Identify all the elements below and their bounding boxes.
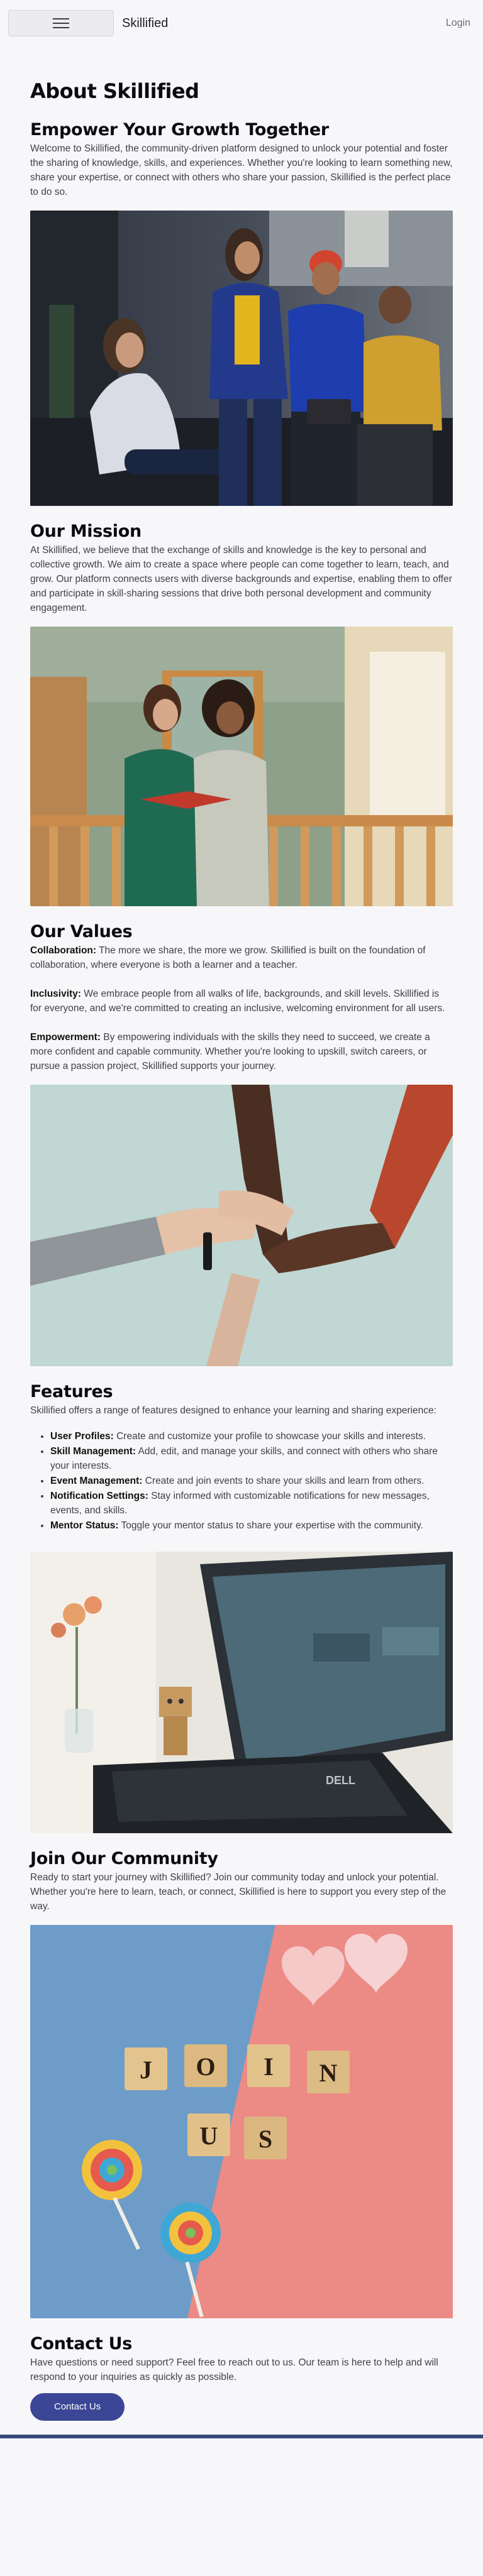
contact-us-button[interactable]: Contact Us <box>30 2393 125 2421</box>
join-photo: J O I N U S <box>30 1925 453 2318</box>
feature-term: User Profiles: <box>50 1431 114 1442</box>
growth-heading: Empower Your Growth Together <box>30 120 329 140</box>
value-term: Empowerment: <box>30 1032 101 1043</box>
team-photo <box>30 211 453 506</box>
brand-name[interactable]: Skillified <box>122 16 168 31</box>
values-list: Collaboration: The more we share, the mo… <box>30 943 453 1073</box>
feature-term: Mentor Status: <box>50 1520 119 1531</box>
list-item: User Profiles: Create and customize your… <box>50 1429 453 1444</box>
laptop-logo-text: DELL <box>326 1774 355 1787</box>
feature-term: Event Management: <box>50 1476 143 1486</box>
list-item: Skill Management: Add, edit, and manage … <box>50 1444 453 1473</box>
hands-photo <box>30 1085 453 1366</box>
list-item: Notification Settings: Stay informed wit… <box>50 1489 453 1518</box>
feature-text: Create and join events to share your ski… <box>142 1476 425 1486</box>
tile-letter: O <box>196 2053 215 2081</box>
growth-text: Welcome to Skillified, the community-dri… <box>30 143 453 197</box>
feature-term: Skill Management: <box>50 1446 136 1457</box>
students-photo <box>30 627 453 906</box>
features-intro: Skillified offers a range of features de… <box>30 1405 436 1416</box>
footer-bar <box>0 2435 483 2438</box>
navbar: Skillified Login <box>0 0 483 47</box>
laptop-photo: DELL <box>30 1552 453 1833</box>
value-text: We embrace people from all walks of life… <box>30 989 445 1014</box>
nav-left: Skillified <box>8 10 168 36</box>
tile-letter: S <box>258 2125 272 2153</box>
value-collaboration: Collaboration: The more we share, the mo… <box>30 943 453 972</box>
tile-letter: I <box>264 2053 274 2081</box>
tile-letter: J <box>140 2056 152 2084</box>
value-term: Inclusivity: <box>30 989 81 999</box>
values-heading: Our Values <box>30 922 133 941</box>
hamburger-icon <box>53 18 69 29</box>
login-link[interactable]: Login <box>446 18 470 29</box>
contact-text: Have questions or need support? Feel fre… <box>30 2357 438 2382</box>
feature-text: Create and customize your profile to sho… <box>113 1431 426 1442</box>
community-heading: Join Our Community <box>30 1849 218 1868</box>
feature-text: Toggle your mentor status to share your … <box>118 1520 423 1531</box>
mission-heading: Our Mission <box>30 522 142 541</box>
list-item: Mentor Status: Toggle your mentor status… <box>50 1518 453 1533</box>
page-title: About Skillified <box>30 79 199 103</box>
contact-heading: Contact Us <box>30 2334 133 2354</box>
tile-letter: N <box>319 2059 338 2087</box>
value-term: Collaboration: <box>30 945 97 956</box>
value-inclusivity: Inclusivity: We embrace people from all … <box>30 987 453 1016</box>
tile-letter: U <box>200 2122 218 2150</box>
community-text: Ready to start your journey with Skillif… <box>30 1872 447 1912</box>
menu-toggle-button[interactable] <box>8 10 114 36</box>
feature-term: Notification Settings: <box>50 1491 148 1501</box>
features-list: User Profiles: Create and customize your… <box>30 1429 453 1533</box>
mission-text: At Skillified, we believe that the excha… <box>30 545 452 613</box>
main-content: About Skillified Empower Your Growth Tog… <box>30 79 453 2421</box>
list-item: Event Management: Create and join events… <box>50 1474 453 1488</box>
value-empowerment: Empowerment: By empowering individuals w… <box>30 1030 453 1073</box>
features-heading: Features <box>30 1382 113 1401</box>
